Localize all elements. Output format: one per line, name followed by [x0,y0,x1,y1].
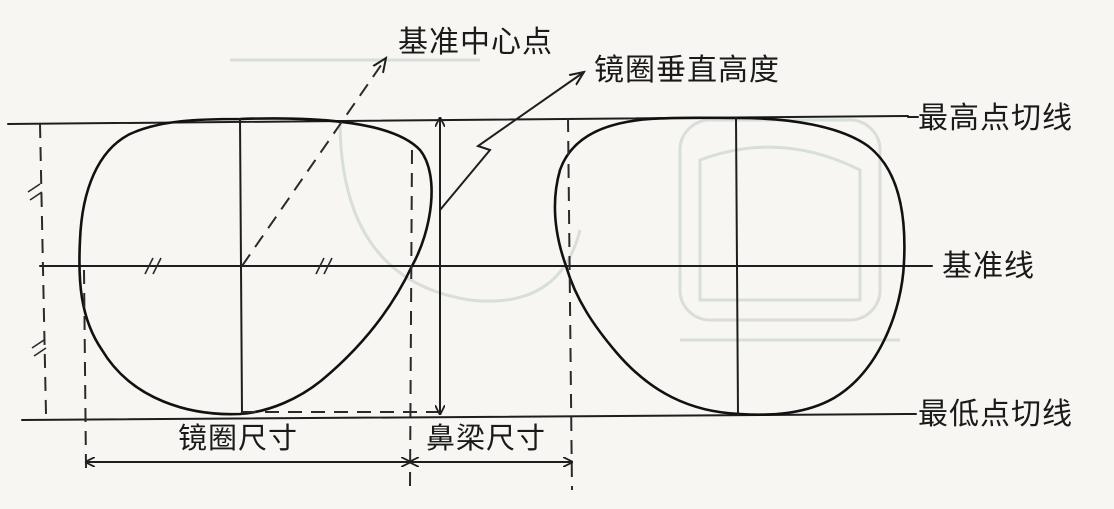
right-lens-center-line [735,117,739,415]
left-lens-center-line [239,118,243,415]
eyeglass-frame-diagram: 基准中心点 镜圈垂直高度 最高点切线 基准线 最低点切线 镜圈尺寸 鼻梁尺寸 [0,0,1114,509]
frame-size-label: 镜圈尺寸 [178,421,299,455]
left-bridge-extension-line [409,149,413,487]
reference-center-point-label: 基准中心点 [398,25,553,60]
bridge-size-label: 鼻梁尺寸 [426,421,547,455]
top-tangent-line-label: 最高点切线 [918,101,1073,136]
frame-height-leader [439,72,584,211]
frame-vertical-height-label: 镜圈垂直高度 [594,53,780,88]
bottom-tangent-line-label: 最低点切线 [918,397,1073,432]
left-height-dimension [27,123,47,415]
right-bridge-extension-line [567,117,573,491]
reference-line-label: 基准线 [942,249,1035,284]
background-ghost-art [230,58,900,342]
left-frame-extension-line [83,269,87,469]
